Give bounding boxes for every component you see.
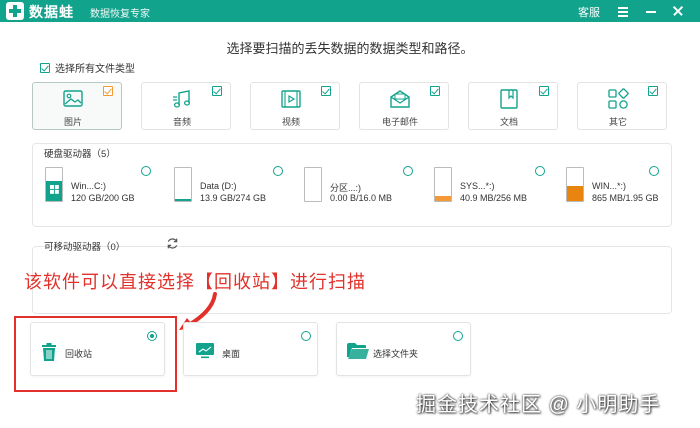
drive-item[interactable]: Data (D:) 13.9 GB/274 GB <box>174 163 284 207</box>
select-all-checkbox[interactable]: 选择所有文件类型 <box>40 60 135 75</box>
location-choose-folder[interactable]: 选择文件夹 <box>336 322 471 376</box>
drive-usage-fill <box>175 199 191 201</box>
drive-name: Win...C:) <box>71 181 106 191</box>
drive-icon <box>566 167 584 202</box>
filetype-document[interactable]: 文档 <box>468 82 558 130</box>
filetype-audio[interactable]: 音频 <box>141 82 231 130</box>
filetype-label: 图片 <box>63 117 82 127</box>
select-all-label: 选择所有文件类型 <box>55 64 135 75</box>
close-icon[interactable] <box>670 3 686 19</box>
menu-icon[interactable] <box>615 3 631 19</box>
removable-drive-title: 可移动驱动器（0） <box>44 242 126 253</box>
drive-name: SYS...*:) <box>460 181 495 191</box>
drive-radio[interactable] <box>273 166 283 176</box>
location-label: 选择文件夹 <box>373 349 419 359</box>
filetype-checkbox[interactable] <box>103 86 113 96</box>
filetype-checkbox[interactable] <box>430 86 440 96</box>
drive-icon <box>45 167 63 202</box>
folder-icon <box>347 343 369 359</box>
app-name: 数据蛙 <box>29 4 74 20</box>
filetype-checkbox[interactable] <box>539 86 549 96</box>
filetype-checkbox[interactable] <box>212 86 222 96</box>
document-icon <box>500 89 518 109</box>
video-icon <box>281 90 301 108</box>
drive-icon <box>304 167 322 202</box>
filetype-label: 文档 <box>499 117 518 127</box>
drive-item[interactable]: Win...C:) 120 GB/200 GB <box>45 163 155 207</box>
location-desktop[interactable]: 桌面 <box>183 322 318 376</box>
drive-radio[interactable] <box>649 166 659 176</box>
filetype-video[interactable]: 视频 <box>250 82 340 130</box>
filetype-image[interactable]: 图片 <box>32 82 122 130</box>
drive-size: 865 MB/1.95 GB <box>592 193 659 203</box>
drive-name: WIN...*:) <box>592 181 626 191</box>
drive-name: Data (D:) <box>200 181 237 191</box>
drive-size: 40.9 MB/256 MB <box>460 193 528 203</box>
windows-icon <box>50 185 59 194</box>
watermark: 掘金技术社区 @ 小明助手 <box>416 394 661 416</box>
highlight-box <box>14 316 177 392</box>
filetype-label: 视频 <box>281 117 300 127</box>
filetype-other[interactable]: 其它 <box>577 82 667 130</box>
refresh-icon[interactable] <box>166 237 179 250</box>
title-bar: 数据蛙 数据恢复专家 客服 <box>0 0 700 22</box>
drive-radio[interactable] <box>535 166 545 176</box>
customer-service-button[interactable]: 客服 <box>578 4 600 20</box>
location-radio[interactable] <box>301 331 311 341</box>
music-icon <box>173 90 191 108</box>
drive-icon <box>434 167 452 202</box>
drive-radio[interactable] <box>141 166 151 176</box>
app-subtitle: 数据恢复专家 <box>90 9 150 20</box>
drive-icon <box>174 167 192 202</box>
app-logo-icon <box>6 2 24 20</box>
drive-size: 13.9 GB/274 GB <box>200 193 267 203</box>
desktop-icon <box>196 343 214 359</box>
minimize-icon[interactable] <box>643 3 659 19</box>
location-radio[interactable] <box>453 331 463 341</box>
image-icon <box>63 90 83 107</box>
filetype-label: 电子邮件 <box>381 117 418 127</box>
drive-item[interactable]: 分区...:) 0.00 B/16.0 MB <box>304 163 414 207</box>
other-icon <box>608 88 629 109</box>
drive-radio[interactable] <box>403 166 413 176</box>
filetype-label: 其它 <box>608 117 627 127</box>
filetype-email[interactable]: 电子邮件 <box>359 82 449 130</box>
drive-size: 120 GB/200 GB <box>71 193 135 203</box>
checkbox-icon[interactable] <box>40 62 50 73</box>
filetype-checkbox[interactable] <box>321 86 331 96</box>
drive-usage-fill <box>435 195 451 201</box>
filetype-checkbox[interactable] <box>648 86 658 96</box>
drive-item[interactable]: SYS...*:) 40.9 MB/256 MB <box>434 163 544 207</box>
page-heading: 选择要扫描的丢失数据的数据类型和路径。 <box>226 41 474 56</box>
email-icon <box>390 90 410 108</box>
location-label: 桌面 <box>222 349 241 359</box>
drive-usage-fill <box>567 186 583 201</box>
drive-size: 0.00 B/16.0 MB <box>330 193 393 203</box>
hard-drive-title: 硬盘驱动器（5） <box>44 149 116 160</box>
filetype-label: 音频 <box>172 117 191 127</box>
